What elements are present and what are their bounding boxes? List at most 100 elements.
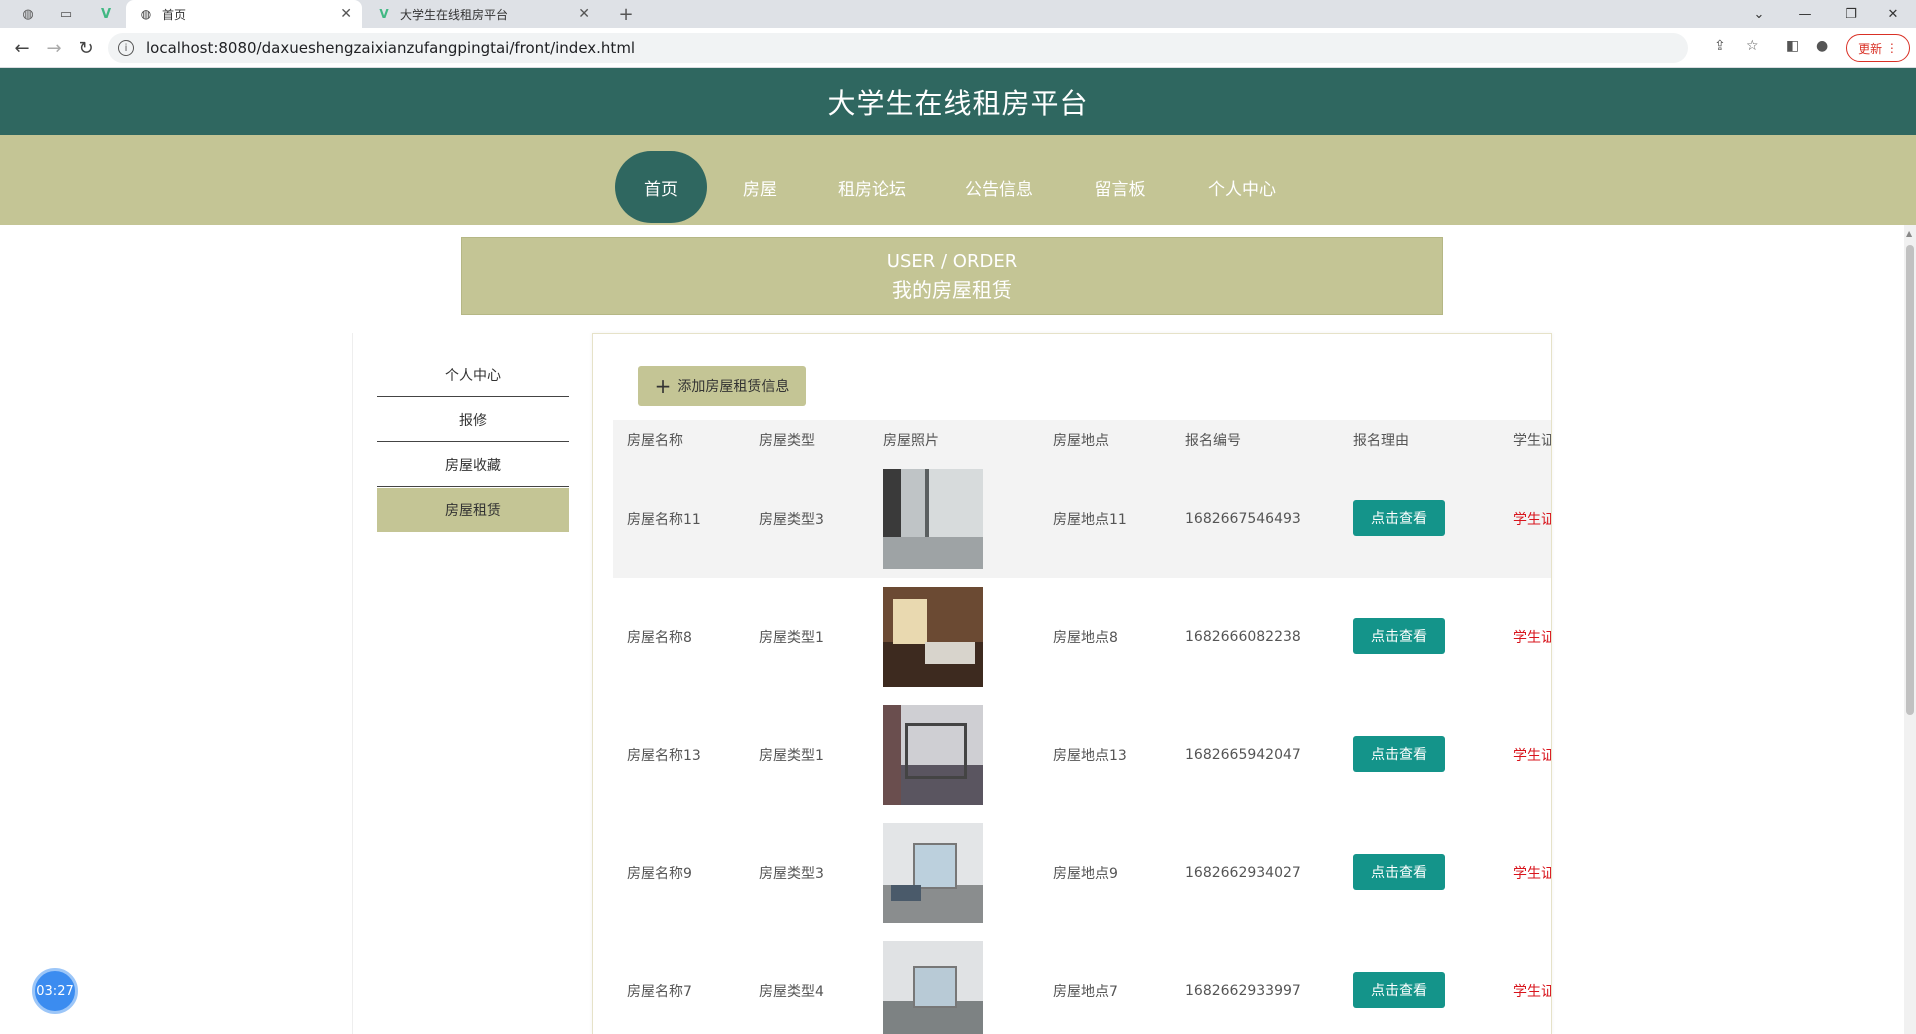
nav-message-board[interactable]: 留言板	[1080, 151, 1160, 223]
share-icon[interactable]: ⇪	[1714, 38, 1726, 54]
house-photo[interactable]	[883, 823, 983, 923]
col-header: 房屋地点	[1053, 433, 1109, 449]
recording-timer[interactable]: 03:27	[32, 968, 78, 1014]
house-location: 房屋地点8	[1053, 630, 1118, 646]
globe-icon[interactable]: ◍	[18, 4, 38, 24]
plus-icon: +	[654, 374, 672, 398]
col-header: 房屋类型	[759, 433, 815, 449]
table-row: 房屋名称11 房屋类型3 房屋地点11 1682667546493 点击查看 学…	[613, 460, 1551, 578]
view-reason-button[interactable]: 点击查看	[1353, 854, 1445, 890]
house-name: 房屋名称9	[627, 866, 692, 882]
globe-icon: ◍	[140, 7, 152, 21]
tab-title: 首页	[162, 7, 187, 22]
view-reason-button[interactable]: 点击查看	[1353, 500, 1445, 536]
house-name: 房屋名称13	[627, 748, 701, 764]
table-row: 房屋名称9 房屋类型3 房屋地点9 1682662934027 点击查看 学生证	[613, 814, 1551, 932]
house-name: 房屋名称7	[627, 984, 692, 1000]
house-type: 房屋类型1	[759, 630, 824, 646]
add-rental-label: 添加房屋租赁信息	[677, 379, 790, 395]
student-id-link[interactable]: 学生证	[1513, 696, 1551, 814]
address-bar: ← → ↻ i localhost:8080/daxueshengzaixian…	[0, 28, 1916, 68]
page-title: 我的房屋租赁	[892, 278, 1012, 302]
table-header: 房屋名称 房屋类型 房屋照片 房屋地点 报名编号 报名理由 学生证	[613, 420, 1551, 460]
registration-number: 1682665942047	[1185, 747, 1301, 763]
table-row: 房屋名称13 房屋类型1 房屋地点13 1682665942047 点击查看 学…	[613, 696, 1551, 814]
main-nav: 首页 房屋 租房论坛 公告信息 留言板 个人中心	[0, 135, 1916, 225]
info-icon[interactable]: i	[118, 40, 134, 56]
house-location: 房屋地点11	[1053, 512, 1127, 528]
student-id-link[interactable]: 学生证	[1513, 578, 1551, 696]
close-window-icon[interactable]: ✕	[1870, 0, 1916, 28]
main-panel: + 添加房屋租赁信息 房屋名称 房屋类型 房屋照片 房屋地点 报名编号 报名理由…	[592, 333, 1552, 1034]
minimize-icon[interactable]: —	[1782, 0, 1828, 28]
house-location: 房屋地点7	[1053, 984, 1118, 1000]
view-reason-button[interactable]: 点击查看	[1353, 618, 1445, 654]
url-field[interactable]: i localhost:8080/daxueshengzaixianzufang…	[108, 33, 1688, 63]
update-label: 更新	[1858, 41, 1883, 56]
house-location: 房屋地点9	[1053, 866, 1118, 882]
vue-icon[interactable]: V	[96, 4, 116, 24]
site-title: 大学生在线租房平台	[827, 86, 1089, 120]
nav-personal-center[interactable]: 个人中心	[1196, 151, 1288, 223]
student-id-link[interactable]: 学生证	[1513, 460, 1551, 578]
scroll-up-arrow-icon[interactable]: ▲	[1906, 229, 1912, 238]
col-header: 房屋名称	[627, 433, 683, 449]
house-type: 房屋类型1	[759, 748, 824, 764]
view-reason-button[interactable]: 点击查看	[1353, 972, 1445, 1008]
close-icon[interactable]: ✕	[340, 6, 352, 22]
house-type: 房屋类型3	[759, 866, 824, 882]
student-id-link[interactable]: 学生证	[1513, 814, 1551, 932]
forward-icon[interactable]: →	[42, 36, 66, 60]
registration-number: 1682662933997	[1185, 983, 1301, 999]
house-name: 房屋名称11	[627, 512, 701, 528]
page-banner: USER / ORDER 我的房屋租赁	[461, 237, 1443, 315]
nav-notices[interactable]: 公告信息	[953, 151, 1045, 223]
col-header: 房屋照片	[883, 433, 939, 449]
nav-home[interactable]: 首页	[615, 151, 707, 223]
house-photo[interactable]	[883, 941, 983, 1034]
house-photo[interactable]	[883, 705, 983, 805]
sidebar: 个人中心 报修 房屋收藏 房屋租赁	[352, 333, 590, 1034]
scrollbar-thumb[interactable]	[1906, 245, 1914, 715]
page-scrollbar[interactable]: ▲	[1904, 225, 1916, 1034]
sidebar-item-favorites[interactable]: 房屋收藏	[377, 443, 569, 487]
sidebar-item-rentals[interactable]: 房屋租赁	[377, 488, 569, 532]
registration-number: 1682662934027	[1185, 865, 1301, 881]
tab-platform[interactable]: V 大学生在线租房平台 ✕	[364, 0, 600, 28]
col-header: 报名编号	[1185, 433, 1241, 449]
tab-home[interactable]: ◍ 首页 ✕	[126, 0, 362, 28]
registration-number: 1682667546493	[1185, 511, 1301, 527]
house-type: 房屋类型3	[759, 512, 824, 528]
reload-icon[interactable]: ↻	[74, 36, 98, 60]
profile-icon[interactable]: ●	[1816, 38, 1828, 54]
house-type: 房屋类型4	[759, 984, 824, 1000]
tab-search-icon[interactable]: ⌄	[1736, 0, 1782, 28]
house-photo[interactable]	[883, 587, 983, 687]
col-header: 报名理由	[1353, 433, 1409, 449]
bookmark-star-icon[interactable]: ☆	[1746, 38, 1759, 54]
new-tab-icon[interactable]: +	[616, 4, 636, 25]
restore-icon[interactable]: ❐	[1828, 0, 1874, 28]
table-row: 房屋名称8 房屋类型1 房屋地点8 1682666082238 点击查看 学生证	[613, 578, 1551, 696]
house-location: 房屋地点13	[1053, 748, 1127, 764]
browser-tab-bar: ◍ ▭ V ◍ 首页 ✕ V 大学生在线租房平台 ✕ + ⌄ — ❐ ✕	[0, 0, 1916, 28]
nav-forum[interactable]: 租房论坛	[826, 151, 918, 223]
table-row: 房屋名称7 房屋类型4 房屋地点7 1682662933997 点击查看 学生证	[613, 932, 1551, 1034]
house-photo[interactable]	[883, 469, 983, 569]
sidepanel-icon[interactable]: ◧	[1786, 38, 1799, 54]
url-text: localhost:8080/daxueshengzaixianzufangpi…	[146, 39, 636, 57]
close-icon[interactable]: ✕	[578, 6, 590, 22]
nav-houses[interactable]: 房屋	[722, 151, 798, 223]
sidebar-item-personal-center[interactable]: 个人中心	[377, 353, 569, 397]
house-name: 房屋名称8	[627, 630, 692, 646]
tab-title: 大学生在线租房平台	[400, 7, 509, 22]
sidebar-item-repair[interactable]: 报修	[377, 398, 569, 442]
update-button[interactable]: 更新 ⋮	[1846, 34, 1910, 62]
student-id-link[interactable]: 学生证	[1513, 932, 1551, 1034]
view-reason-button[interactable]: 点击查看	[1353, 736, 1445, 772]
back-icon[interactable]: ←	[10, 36, 34, 60]
add-rental-button[interactable]: + 添加房屋租赁信息	[638, 366, 806, 406]
blank-tab-icon[interactable]: ▭	[56, 4, 76, 24]
registration-number: 1682666082238	[1185, 629, 1301, 645]
banner-subtitle: USER / ORDER	[886, 251, 1018, 272]
